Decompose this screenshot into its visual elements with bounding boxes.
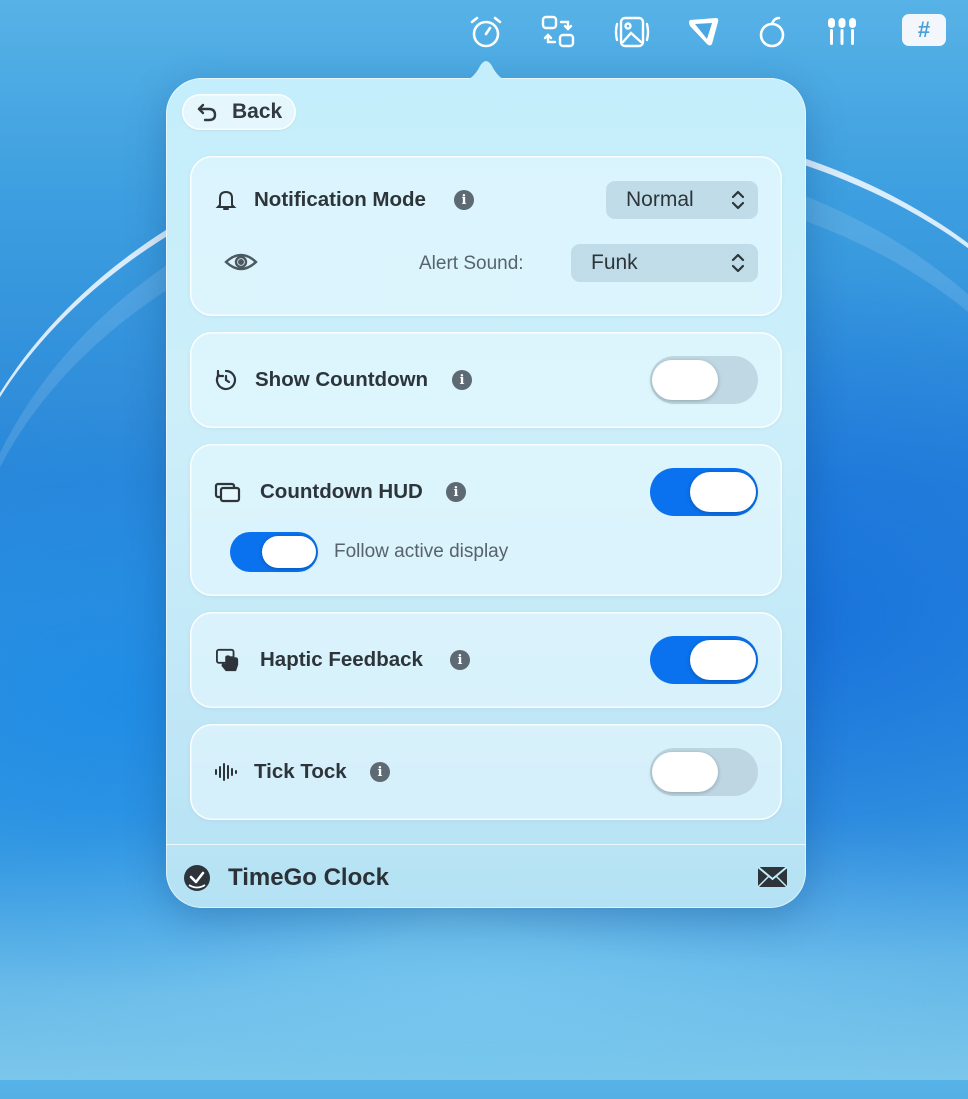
menu-bar: # — [0, 0, 968, 64]
back-label: Back — [232, 100, 283, 123]
photo-icon[interactable] — [612, 12, 652, 52]
notification-mode-value: Normal — [626, 188, 694, 211]
notification-card: Notification Mode i Normal Alert Sound: … — [190, 156, 782, 316]
info-icon[interactable]: i — [452, 370, 472, 390]
waveform-icon — [215, 763, 237, 781]
tick-tock-toggle[interactable] — [650, 748, 758, 796]
bell-icon — [215, 190, 237, 210]
app-logo-icon — [184, 865, 210, 891]
updown-chevron-icon — [731, 190, 745, 210]
info-icon[interactable]: i — [446, 482, 466, 502]
toggle-knob — [690, 472, 756, 512]
alert-sound-label: Alert Sound: — [419, 253, 524, 274]
info-icon[interactable]: i — [370, 762, 390, 782]
toggle-knob — [652, 360, 718, 400]
follow-active-display-label: Follow active display — [334, 541, 509, 562]
tick-tock-title: Tick Tock — [254, 760, 347, 783]
footer-divider — [166, 844, 806, 845]
pen-tool-icon[interactable] — [684, 12, 724, 52]
popover-arrow — [458, 61, 514, 82]
mail-icon[interactable] — [757, 866, 788, 888]
toggle-knob — [262, 536, 316, 568]
brushes-icon[interactable] — [822, 12, 862, 52]
haptic-feedback-toggle[interactable] — [650, 636, 758, 684]
info-icon[interactable]: i — [454, 190, 474, 210]
timer-apple-icon[interactable] — [752, 12, 792, 52]
show-countdown-toggle[interactable] — [650, 356, 758, 404]
toggle-knob — [690, 640, 756, 680]
show-countdown-card: Show Countdown i — [190, 332, 782, 428]
hashtag-symbol: # — [917, 17, 931, 42]
convert-icon[interactable] — [538, 12, 578, 52]
toggle-knob — [652, 752, 718, 792]
settings-popover: Back Notification Mode i Normal Alert So… — [166, 61, 806, 908]
hud-windows-icon — [214, 482, 241, 503]
notification-mode-title: Notification Mode — [254, 188, 426, 211]
alert-sound-select[interactable]: Funk — [571, 244, 758, 282]
alarm-clock-icon[interactable] — [466, 12, 506, 52]
countdown-timer-icon — [215, 369, 237, 391]
haptic-touch-icon — [216, 648, 239, 672]
eye-icon[interactable] — [224, 250, 258, 274]
back-button[interactable]: Back — [182, 94, 296, 130]
tick-tock-card: Tick Tock i — [190, 724, 782, 820]
app-name: TimeGo Clock — [228, 864, 389, 891]
notification-mode-select[interactable]: Normal — [606, 181, 758, 219]
haptic-feedback-card: Haptic Feedback i — [190, 612, 782, 708]
alert-sound-value: Funk — [591, 251, 638, 274]
follow-active-display-toggle[interactable] — [230, 532, 318, 572]
show-countdown-title: Show Countdown — [255, 368, 429, 391]
countdown-hud-card: Countdown HUD i Follow active display — [190, 444, 782, 596]
countdown-hud-title: Countdown HUD — [260, 480, 423, 503]
updown-chevron-icon — [731, 253, 745, 273]
info-icon[interactable]: i — [450, 650, 470, 670]
countdown-hud-toggle[interactable] — [650, 468, 758, 516]
hashtag-icon[interactable]: # — [902, 14, 946, 46]
back-arrow-icon — [197, 103, 217, 122]
haptic-feedback-title: Haptic Feedback — [260, 648, 423, 671]
